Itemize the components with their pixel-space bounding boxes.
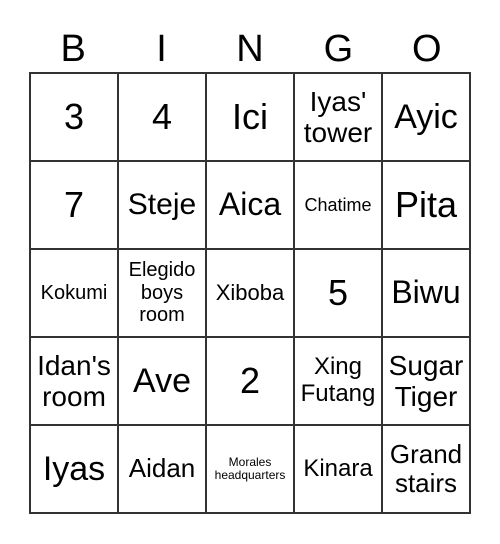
bingo-cell[interactable]: Steje	[118, 161, 206, 249]
bingo-cell[interactable]: Ici	[206, 73, 294, 161]
cell-label: Ici	[232, 95, 268, 137]
bingo-cell[interactable]: Ave	[118, 337, 206, 425]
cell-label: Pita	[394, 183, 458, 225]
cell-label: Iyas	[42, 449, 106, 488]
bingo-grid: 3 4 Ici Iyas' tower Ayic 7 Steje Aica Chatime Pit…	[29, 72, 471, 514]
bingo-cell[interactable]: 2	[206, 337, 294, 425]
bingo-cell[interactable]: Chatime	[294, 161, 382, 249]
bingo-cell[interactable]: Kokumi	[30, 249, 118, 337]
cell-label: Elegido boys room	[128, 259, 196, 327]
cell-label: Kokumi	[40, 281, 108, 304]
cell-label: Kinara	[303, 454, 373, 482]
bingo-cell[interactable]: 7	[30, 161, 118, 249]
cell-label: 5	[327, 271, 349, 313]
cell-label: Aica	[218, 186, 282, 223]
bingo-cell[interactable]: Aidan	[118, 425, 206, 513]
bingo-cell[interactable]: Morales headquarters	[206, 425, 294, 513]
bingo-cell[interactable]: 4	[118, 73, 206, 161]
cell-label: Ayic	[394, 97, 458, 136]
bingo-cell[interactable]: Pita	[382, 161, 470, 249]
bingo-cell[interactable]: Xing Futang	[294, 337, 382, 425]
cell-label: Morales headquarters	[214, 454, 286, 482]
cell-label: 3	[63, 95, 85, 137]
header-letter: G	[323, 28, 354, 70]
bingo-cell[interactable]: 5	[294, 249, 382, 337]
bingo-cell[interactable]: Iyas	[30, 425, 118, 513]
cell-label: Iyas' tower	[303, 85, 373, 148]
bingo-cell[interactable]: Sugar Tiger	[382, 337, 470, 425]
cell-label: Steje	[127, 188, 197, 222]
bingo-cell[interactable]: Idan's room	[30, 337, 118, 425]
cell-label: Sugar Tiger	[388, 349, 464, 412]
cell-label: Ave	[133, 361, 191, 400]
bingo-header: B I N G O	[29, 26, 471, 72]
cell-label: 4	[151, 95, 173, 137]
header-letter: I	[156, 28, 167, 70]
bingo-cell[interactable]: Elegido boys room	[118, 249, 206, 337]
cell-label: 2	[239, 359, 261, 401]
cell-label: Chatime	[304, 194, 372, 215]
bingo-cell[interactable]: Xiboba	[206, 249, 294, 337]
cell-label: Idan's room	[37, 349, 111, 412]
header-letter: N	[236, 28, 264, 70]
cell-label: Grand stairs	[389, 438, 463, 498]
bingo-cell[interactable]: Grand stairs	[382, 425, 470, 513]
bingo-cell[interactable]: 3	[30, 73, 118, 161]
cell-label: 7	[63, 183, 85, 225]
header-letter: O	[411, 28, 442, 70]
bingo-cell[interactable]: Kinara	[294, 425, 382, 513]
bingo-cell[interactable]: Biwu	[382, 249, 470, 337]
cell-label: Xiboba	[215, 279, 285, 305]
cell-label: Aidan	[128, 453, 196, 484]
bingo-cell[interactable]: Iyas' tower	[294, 73, 382, 161]
header-letter: B	[60, 28, 86, 70]
bingo-cell[interactable]: Ayic	[382, 73, 470, 161]
cell-label: Biwu	[391, 274, 461, 311]
cell-label: Xing Futang	[300, 353, 376, 407]
bingo-cell[interactable]: Aica	[206, 161, 294, 249]
